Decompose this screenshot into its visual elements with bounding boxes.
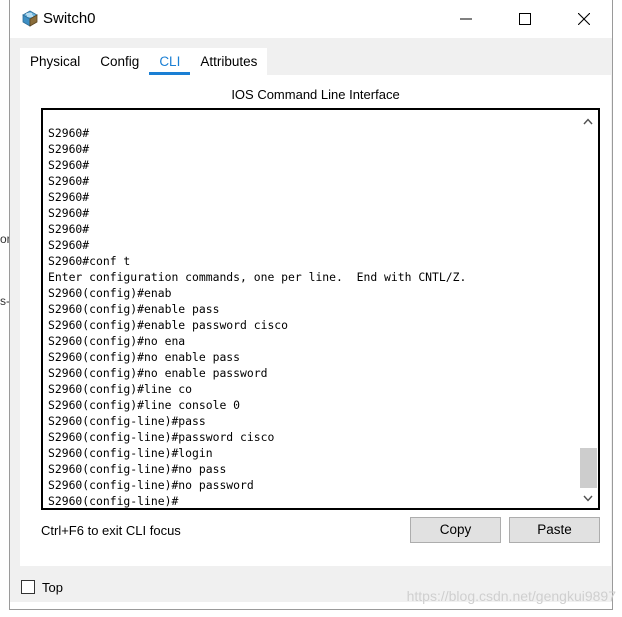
terminal-line: Enter configuration commands, one per li… <box>48 270 467 284</box>
tab-physical[interactable]: Physical <box>20 48 90 75</box>
terminal-line: S2960# <box>48 190 90 204</box>
chevron-up-icon <box>583 118 593 125</box>
terminal-line: S2960(config)#no enable password <box>48 366 268 380</box>
terminal-line: S2960# <box>48 142 90 156</box>
terminal-line: S2960(config-line)#no password <box>48 478 254 492</box>
terminal-scrollbar[interactable] <box>579 111 597 507</box>
terminal-line: S2960(config)#line console 0 <box>48 398 241 412</box>
terminal-line: S2960(config-line)#login <box>48 446 213 460</box>
terminal-line: S2960# <box>48 158 90 172</box>
terminal-line: S2960(config)#enable password cisco <box>48 318 289 332</box>
terminal-line: S2960(config-line)# <box>48 494 179 508</box>
tab-cli[interactable]: CLI <box>149 48 191 75</box>
terminal-line: S2960# <box>48 126 90 140</box>
terminal-output[interactable]: S2960# S2960# S2960# S2960# S2960# S2960# S296… <box>48 125 576 509</box>
terminal-line: S2960(config)#enab <box>48 286 172 300</box>
tab-bar: Physical Config CLI Attributes <box>20 48 268 75</box>
cli-panel: IOS Command Line Interface S2960# S2960# S… <box>20 75 611 566</box>
top-checkbox[interactable] <box>21 580 35 594</box>
scroll-thumb[interactable] <box>580 448 597 488</box>
terminal-line: S2960(config-line)#pass <box>48 414 206 428</box>
minimize-button[interactable] <box>443 0 489 38</box>
cli-terminal[interactable]: S2960# S2960# S2960# S2960# S2960# S2960# S296… <box>41 108 600 510</box>
minimize-icon <box>460 18 472 20</box>
switch-window: Switch0 Physical Config CLI Attributes I… <box>9 0 613 610</box>
cli-panel-title: IOS Command Line Interface <box>231 87 400 102</box>
terminal-line: S2960#conf t <box>48 254 131 268</box>
top-checkbox-label: Top <box>42 580 63 595</box>
terminal-line: S2960# <box>48 174 90 188</box>
maximize-icon <box>519 13 531 25</box>
terminal-line: S2960# <box>48 238 90 252</box>
close-button[interactable] <box>561 0 607 38</box>
terminal-line: S2960(config-line)#password cisco <box>48 430 275 444</box>
maximize-button[interactable] <box>502 0 548 38</box>
window-title: Switch0 <box>43 10 96 27</box>
terminal-line: S2960(config)#line co <box>48 382 193 396</box>
terminal-line: S2960# <box>48 222 90 236</box>
terminal-line: S2960(config)#no enable pass <box>48 350 241 364</box>
terminal-line: S2960(config)#no ena <box>48 334 186 348</box>
paste-button[interactable]: Paste <box>509 517 600 543</box>
terminal-line: S2960(config)#enable pass <box>48 302 220 316</box>
watermark: https://blog.csdn.net/gengkui9897 <box>406 588 616 604</box>
cli-focus-hint: Ctrl+F6 to exit CLI focus <box>41 523 181 538</box>
terminal-line: S2960(config-line)#no pass <box>48 462 227 476</box>
tab-attributes[interactable]: Attributes <box>190 48 267 75</box>
switch-device-icon <box>22 10 38 27</box>
scroll-up-button[interactable] <box>579 113 597 130</box>
copy-button[interactable]: Copy <box>410 517 501 543</box>
scroll-down-button[interactable] <box>579 490 597 507</box>
chevron-down-icon <box>583 495 593 502</box>
tab-config[interactable]: Config <box>90 48 149 75</box>
title-bar[interactable]: Switch0 <box>10 0 612 38</box>
terminal-line: S2960# <box>48 206 90 220</box>
close-icon <box>578 13 590 25</box>
